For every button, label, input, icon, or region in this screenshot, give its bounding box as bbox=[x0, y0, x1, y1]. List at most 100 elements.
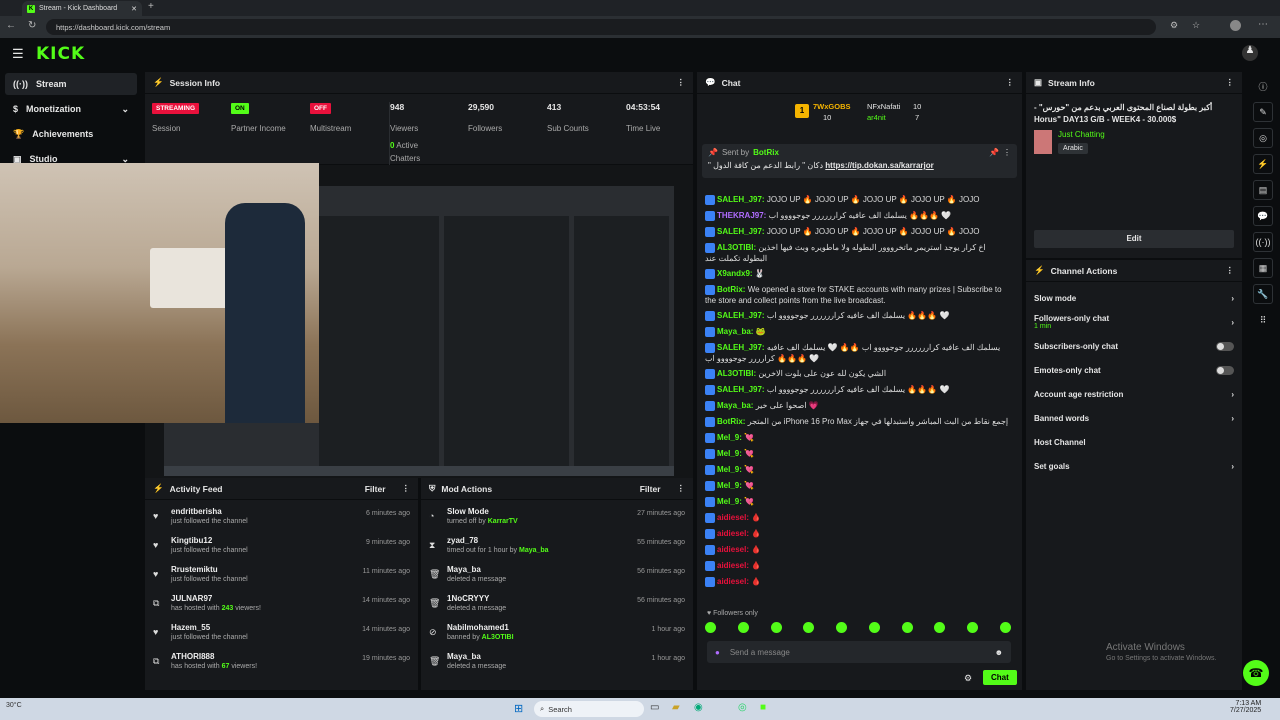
filter-button[interactable]: Filter bbox=[365, 484, 386, 494]
unpin-icon[interactable]: 📌 bbox=[989, 148, 999, 157]
system-clock[interactable]: 7:13 AM 7/27/2025 bbox=[1230, 700, 1261, 714]
profile-avatar[interactable] bbox=[1230, 20, 1241, 31]
chat-username[interactable]: aidiesel: bbox=[717, 561, 749, 570]
more-options-icon[interactable]: ⋮ bbox=[1003, 148, 1011, 157]
emote-icon[interactable] bbox=[836, 622, 848, 633]
chat-username[interactable]: BotRix: bbox=[717, 417, 745, 426]
emote-icon[interactable] bbox=[770, 622, 782, 633]
badge-icon bbox=[705, 512, 715, 523]
more-options-icon[interactable]: ⋮ bbox=[402, 483, 411, 494]
favorites-icon[interactable]: ☆ bbox=[1192, 20, 1200, 31]
browser-menu-icon[interactable]: ⋯ bbox=[1258, 19, 1268, 30]
sidebar-item-achievements[interactable]: 🏆 Achievements bbox=[5, 123, 137, 145]
bolt-icon[interactable]: ⚡ bbox=[1253, 154, 1273, 174]
browser-tab[interactable]: K Stream - Kick Dashboard ✕ bbox=[22, 1, 142, 16]
chat-username[interactable]: SALEH_J97: bbox=[717, 195, 765, 204]
channel-action-item[interactable]: Host Channel bbox=[1026, 430, 1242, 454]
tab-close-icon[interactable]: ✕ bbox=[131, 5, 137, 13]
chat-username[interactable]: THEKRAJ97: bbox=[717, 211, 766, 220]
chat-username[interactable]: Maya_ba: bbox=[717, 401, 753, 410]
chat-username[interactable]: Mel_9: bbox=[717, 497, 742, 506]
chat-username[interactable]: aidiesel: bbox=[717, 529, 749, 538]
channel-action-item[interactable]: Account age restriction › bbox=[1026, 382, 1242, 406]
chat-header: 💬 Chat ⋮ bbox=[697, 72, 1022, 94]
chat-username[interactable]: Mel_9: bbox=[717, 449, 742, 458]
channel-action-item[interactable]: Followers-only chat 1 min › bbox=[1026, 310, 1242, 334]
support-chat-icon[interactable]: ☎ bbox=[1243, 660, 1269, 686]
layout-icon[interactable]: ⠿ bbox=[1253, 310, 1273, 330]
chat-message-list[interactable]: SALEH_J97: JOJO UP 🔥 JOJO UP 🔥 JOJO UP 🔥… bbox=[697, 192, 1017, 612]
chat-username[interactable]: aidiesel: bbox=[717, 513, 749, 522]
kick-app-icon[interactable]: ■ bbox=[760, 702, 766, 713]
chat-username[interactable]: Mel_9: bbox=[717, 465, 742, 474]
more-options-icon[interactable]: ⋮ bbox=[677, 77, 686, 88]
chat-username[interactable]: SALEH_J97: bbox=[717, 385, 765, 394]
chat-username[interactable]: SALEH_J97: bbox=[717, 227, 765, 236]
edit-icon[interactable]: ✎ bbox=[1253, 102, 1273, 122]
file-explorer-icon[interactable]: ▰ bbox=[672, 702, 680, 713]
more-options-icon[interactable]: ⋮ bbox=[1006, 77, 1015, 88]
windows-start-icon[interactable]: ⊞ bbox=[514, 702, 523, 715]
sidebar-item-monetization[interactable]: $ Monetization ⌄ bbox=[5, 98, 137, 120]
filter-button[interactable]: Filter bbox=[640, 484, 661, 494]
hamburger-menu-icon[interactable]: ☰ bbox=[12, 46, 24, 62]
pin-icon: 📌 bbox=[708, 148, 718, 157]
chat-username[interactable]: SALEH_J97: bbox=[717, 343, 765, 352]
emote-icon[interactable] bbox=[705, 622, 716, 633]
chat-bubble-icon[interactable]: 💬 bbox=[1253, 206, 1273, 226]
toggle-switch[interactable] bbox=[1216, 341, 1234, 351]
refresh-icon[interactable]: ↻ bbox=[28, 20, 36, 31]
chat-username[interactable]: Maya_ba: bbox=[717, 327, 753, 336]
emote-icon[interactable] bbox=[803, 622, 815, 633]
emote-icon[interactable] bbox=[901, 622, 913, 633]
broadcast-icon[interactable]: ((·)) bbox=[1253, 232, 1273, 252]
toggle-switch[interactable] bbox=[1216, 365, 1234, 375]
kick-logo[interactable]: KICK bbox=[36, 44, 85, 64]
emote-icon[interactable] bbox=[737, 622, 749, 633]
channel-action-item[interactable]: Banned words › bbox=[1026, 406, 1242, 430]
edge-icon[interactable]: ◉ bbox=[694, 702, 703, 713]
send-chat-button[interactable]: Chat bbox=[983, 670, 1017, 685]
chat-username[interactable]: Mel_9: bbox=[717, 481, 742, 490]
emote-icon[interactable] bbox=[967, 622, 979, 633]
chat-username[interactable]: Mel_9: bbox=[717, 433, 742, 442]
document-icon[interactable]: ▤ bbox=[1253, 180, 1273, 200]
emoji-icon[interactable]: ☻ bbox=[995, 648, 1003, 657]
emote-icon[interactable] bbox=[868, 622, 880, 633]
chat-username[interactable]: SALEH_J97: bbox=[717, 311, 765, 320]
channel-action-item[interactable]: Set goals › bbox=[1026, 454, 1242, 478]
sidebar-item-stream[interactable]: ((·)) Stream bbox=[5, 73, 137, 95]
chat-username[interactable]: AL3OTIBI: bbox=[717, 243, 756, 252]
server-icon[interactable]: ▦ bbox=[1253, 258, 1273, 278]
back-icon[interactable]: ← bbox=[6, 20, 16, 31]
whatsapp-icon[interactable]: ◎ bbox=[738, 702, 747, 713]
wrench-icon[interactable]: 🔧 bbox=[1253, 284, 1273, 304]
channel-action-item[interactable]: Slow mode › bbox=[1026, 286, 1242, 310]
chat-username[interactable]: AL3OTIBI: bbox=[717, 369, 756, 378]
new-tab-icon[interactable]: + bbox=[148, 1, 154, 12]
chat-username[interactable]: aidiesel: bbox=[717, 545, 749, 554]
taskbar-search[interactable]: ⌕ Search bbox=[534, 701, 644, 717]
chat-input[interactable]: ● Send a message ☻ bbox=[707, 641, 1011, 663]
chat-username[interactable]: aidiesel: bbox=[717, 577, 749, 586]
channel-action-item[interactable]: Emotes-only chat bbox=[1026, 358, 1242, 382]
more-options-icon[interactable]: ⋮ bbox=[1226, 77, 1235, 88]
chat-username[interactable]: X9andx9: bbox=[717, 269, 753, 278]
channel-action-item[interactable]: Subscribers-only chat bbox=[1026, 334, 1242, 358]
emote-icon[interactable] bbox=[934, 622, 946, 633]
target-icon[interactable]: ◎ bbox=[1253, 128, 1273, 148]
mic-icon[interactable]: ● bbox=[715, 648, 720, 657]
chat-username[interactable]: BotRix: bbox=[717, 285, 745, 294]
info-icon[interactable]: ⓘ bbox=[1253, 76, 1273, 96]
more-options-icon[interactable]: ⋮ bbox=[677, 483, 686, 494]
more-options-icon[interactable]: ⋮ bbox=[1226, 265, 1235, 276]
user-avatar[interactable]: ♟ bbox=[1242, 45, 1258, 61]
emote-icon[interactable] bbox=[999, 622, 1011, 633]
task-view-icon[interactable]: ▭ bbox=[650, 702, 659, 713]
chat-settings-icon[interactable]: ⚙ bbox=[964, 673, 972, 684]
url-field[interactable]: https://dashboard.kick.com/stream bbox=[46, 19, 1156, 35]
weather-widget[interactable]: 30°C bbox=[6, 702, 22, 709]
edit-button[interactable]: Edit bbox=[1034, 230, 1234, 248]
trash-icon: 🗑 bbox=[429, 656, 441, 666]
extensions-icon[interactable]: ⚙ bbox=[1170, 20, 1178, 31]
